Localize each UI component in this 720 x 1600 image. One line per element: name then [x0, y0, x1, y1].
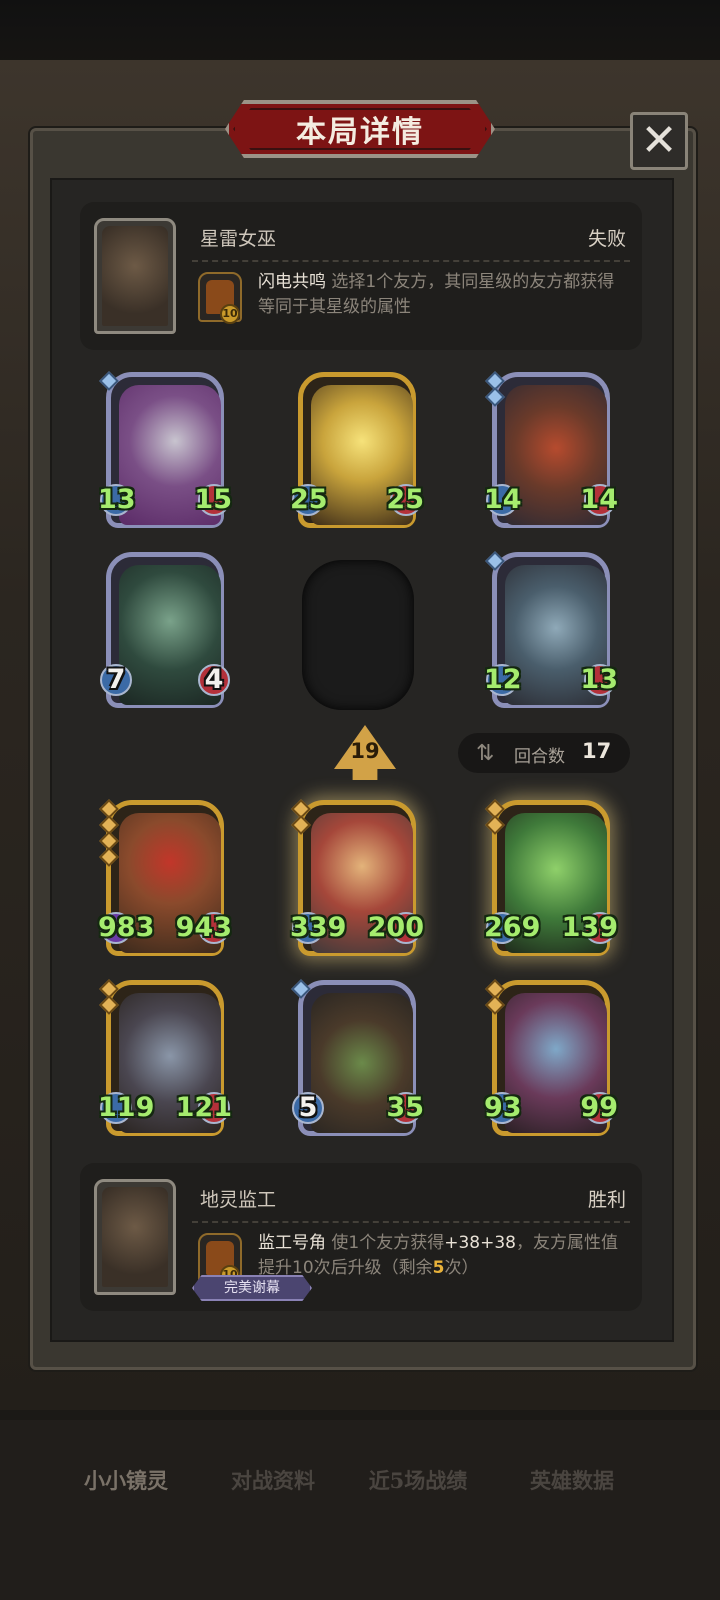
attack-stat: 93	[484, 1092, 522, 1124]
round-value: 17	[582, 739, 612, 763]
attack-stat: 119	[98, 1092, 155, 1124]
attack-stat: 983	[98, 912, 155, 944]
divider	[192, 1221, 630, 1223]
refresh-icon: ⇅	[476, 741, 495, 766]
tab-mini-spirit[interactable]: 小小镜灵	[56, 1465, 196, 1495]
player-unit[interactable]: 119 121	[98, 979, 232, 1136]
divider	[192, 260, 630, 262]
attack-stat: 13	[98, 484, 136, 516]
attack-stat: 7	[98, 662, 134, 698]
player-skill-buff: +38+38	[444, 1233, 516, 1253]
opponent-skill-level: 10	[220, 304, 240, 324]
attack-stat: 12	[484, 664, 522, 696]
health-stat: 4	[196, 662, 232, 698]
health-stat: 25	[386, 484, 424, 516]
opponent-hero-avatar[interactable]	[94, 218, 176, 334]
attack-stat: 14	[484, 484, 522, 516]
health-stat: 15	[194, 484, 232, 516]
achievement-badge: 完美谢幕	[192, 1275, 312, 1301]
player-card: 地灵监工 胜利 10 监工号角 使1个友方获得+38+38，友方属性值提升10次…	[80, 1163, 642, 1311]
close-button[interactable]: ✕	[630, 112, 688, 170]
attack-stat: 269	[484, 912, 541, 944]
player-unit[interactable]: 269 139	[484, 799, 618, 956]
player-skill-desc-a: 使1个友方获得	[331, 1233, 445, 1253]
tavern-tier-value: 19	[350, 739, 380, 763]
tab-battle-info[interactable]: 对战资料	[203, 1465, 343, 1495]
page-title: 本局详情	[296, 115, 424, 150]
round-label: 回合数	[514, 747, 565, 767]
player-unit[interactable]: 983 943	[98, 799, 232, 956]
player-skill-remaining: 5	[432, 1258, 445, 1278]
player-hero-avatar[interactable]	[94, 1179, 176, 1295]
player-skill-text: 监工号角 使1个友方获得+38+38，友方属性值提升10次后升级（剩余5次）	[258, 1231, 630, 1281]
opponent-unit[interactable]: 25 25	[290, 372, 424, 528]
health-stat: 121	[175, 1092, 232, 1124]
player-unit[interactable]: 5 35	[291, 979, 424, 1136]
tab-hero-data[interactable]: 英雄数据	[502, 1465, 642, 1495]
close-icon: ✕	[640, 115, 678, 166]
bottom-tabs: 小小镜灵 对战资料 近5场战绩 英雄数据	[0, 1465, 720, 1515]
health-stat: 14	[580, 484, 618, 516]
opponent-hero-name: 星雷女巫	[200, 228, 277, 250]
health-stat: 99	[580, 1092, 618, 1124]
player-unit[interactable]: 339 200	[290, 799, 424, 956]
health-stat: 943	[175, 912, 232, 944]
opponent-card: 星雷女巫 失败 10 闪电共鸣 选择1个友方，其同星级的友方都获得等同于其星级的…	[80, 202, 642, 350]
opponent-result: 失败	[587, 228, 626, 250]
health-stat: 35	[386, 1092, 424, 1124]
opponent-skill-name: 闪电共鸣	[258, 272, 326, 292]
tab-recent-battles[interactable]: 近5场战绩	[348, 1465, 488, 1495]
player-hero-name: 地灵监工	[200, 1189, 277, 1211]
title-plate: 本局详情	[225, 100, 495, 158]
round-count: ⇅ 回合数 17	[458, 733, 630, 773]
tavern-tier-arrow: 19	[334, 725, 396, 780]
empty-unit-slot	[302, 560, 414, 710]
player-skill-desc-c: 次）	[444, 1258, 479, 1278]
opponent-skill-text: 闪电共鸣 选择1个友方，其同星级的友方都获得等同于其星级的属性	[258, 270, 630, 320]
player-unit[interactable]: 93 99	[484, 979, 618, 1136]
opponent-unit[interactable]: 12 13	[484, 551, 618, 708]
attack-stat: 339	[290, 912, 347, 944]
opponent-unit[interactable]: 14 14	[484, 371, 618, 528]
health-stat: 139	[561, 912, 618, 944]
health-stat: 200	[367, 912, 424, 944]
attack-stat: 5	[290, 1090, 326, 1126]
attack-stat: 25	[290, 484, 328, 516]
player-skill-name: 监工号角	[258, 1233, 326, 1253]
opponent-unit[interactable]: 13 15	[98, 371, 232, 528]
player-result: 胜利	[587, 1189, 626, 1211]
opponent-unit[interactable]: 7 4	[100, 552, 230, 708]
health-stat: 13	[580, 664, 618, 696]
